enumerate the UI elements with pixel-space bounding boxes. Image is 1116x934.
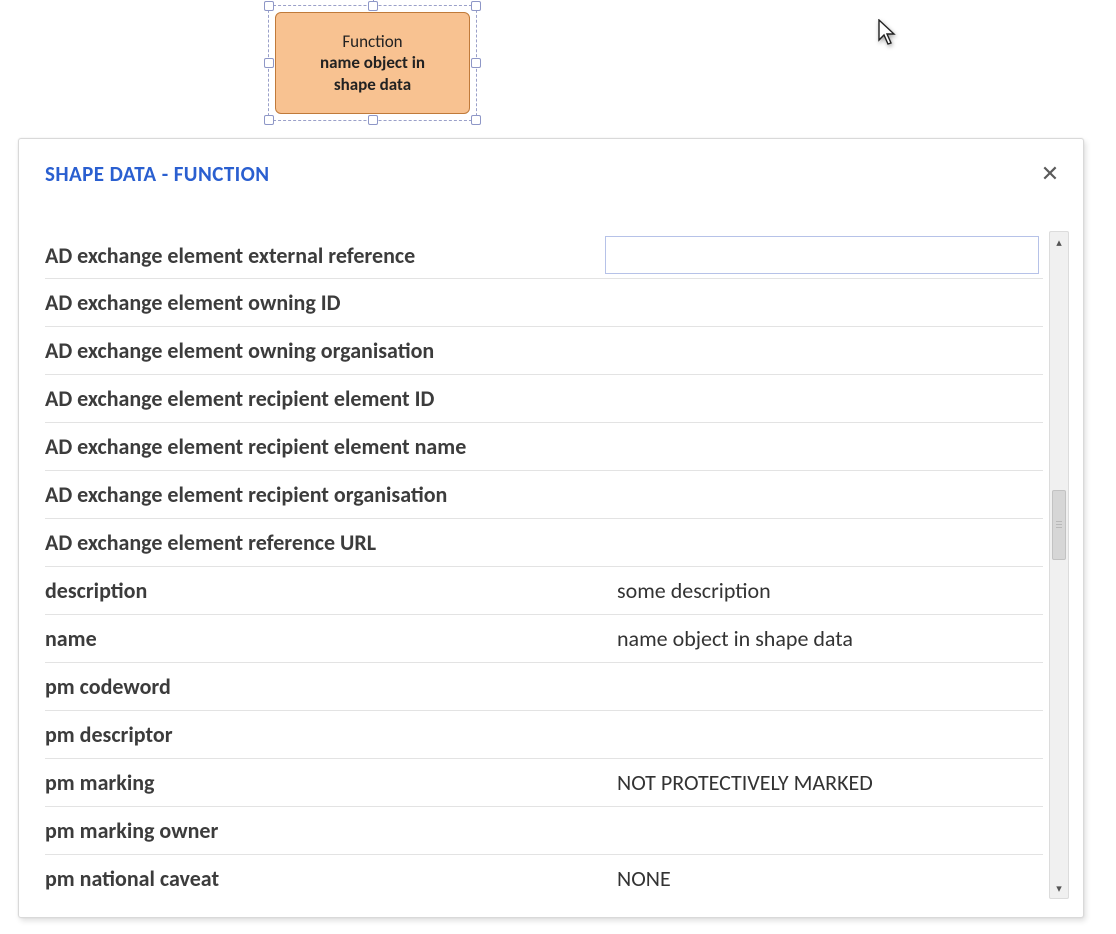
property-label: description xyxy=(45,567,605,614)
property-value[interactable]: NOT PROTECTIVELY MARKED xyxy=(605,759,1043,806)
property-row[interactable]: pm marking owner xyxy=(45,807,1043,855)
scroll-thumb[interactable] xyxy=(1052,490,1066,560)
resize-handle-bc[interactable] xyxy=(368,115,378,125)
property-row[interactable]: pm national caveatNONE xyxy=(45,855,1043,899)
property-label: name xyxy=(45,615,605,662)
property-row[interactable]: descriptionsome description xyxy=(45,567,1043,615)
resize-handle-tl[interactable] xyxy=(264,1,274,11)
property-label: pm codeword xyxy=(45,663,605,710)
scroll-up-button[interactable]: ▴ xyxy=(1050,232,1068,252)
property-row[interactable]: pm markingNOT PROTECTIVELY MARKED xyxy=(45,759,1043,807)
resize-handle-ml[interactable] xyxy=(264,58,274,68)
property-label: pm marking owner xyxy=(45,807,605,854)
property-row[interactable]: pm codeword xyxy=(45,663,1043,711)
property-value[interactable] xyxy=(605,663,1043,710)
property-row[interactable]: pm descriptor xyxy=(45,711,1043,759)
property-label: pm descriptor xyxy=(45,711,605,758)
property-row[interactable]: AD exchange element recipient element ID xyxy=(45,375,1043,423)
shape-type-label: Function xyxy=(342,31,402,52)
property-value[interactable] xyxy=(605,807,1043,854)
resize-handle-br[interactable] xyxy=(471,115,481,125)
vertical-scrollbar[interactable]: ▴ ▾ xyxy=(1049,231,1069,899)
panel-header: SHAPE DATA - FUNCTION ✕ xyxy=(45,161,1069,187)
property-row[interactable]: AD exchange element external reference xyxy=(45,231,1043,279)
property-value[interactable] xyxy=(605,375,1043,422)
property-value[interactable] xyxy=(605,236,1039,274)
property-value[interactable]: NONE xyxy=(605,855,1043,899)
property-value[interactable] xyxy=(605,519,1043,566)
resize-handle-bl[interactable] xyxy=(264,115,274,125)
property-row[interactable]: AD exchange element owning organisation xyxy=(45,327,1043,375)
property-value[interactable] xyxy=(605,471,1043,518)
property-label: AD exchange element recipient element ID xyxy=(45,375,605,422)
shape-name-line2: shape data xyxy=(334,74,411,95)
property-label: AD exchange element owning organisation xyxy=(45,327,605,374)
property-row[interactable]: AD exchange element recipient element na… xyxy=(45,423,1043,471)
property-label: AD exchange element recipient organisati… xyxy=(45,471,605,518)
chevron-down-icon: ▾ xyxy=(1056,882,1062,895)
property-value[interactable] xyxy=(605,279,1043,326)
close-icon: ✕ xyxy=(1041,163,1059,185)
cursor-icon xyxy=(878,19,902,51)
property-value[interactable] xyxy=(605,327,1043,374)
shape-name-line1: name object in xyxy=(320,52,425,73)
property-label: AD exchange element owning ID xyxy=(45,279,605,326)
property-value[interactable]: name object in shape data xyxy=(605,615,1043,662)
property-row[interactable]: AD exchange element recipient organisati… xyxy=(45,471,1043,519)
function-shape[interactable]: Function name object in shape data xyxy=(275,12,470,114)
canvas-selected-shape[interactable]: Function name object in shape data xyxy=(275,12,470,114)
property-label: AD exchange element external reference xyxy=(45,232,605,278)
property-label: pm marking xyxy=(45,759,605,806)
resize-handle-mr[interactable] xyxy=(471,58,481,68)
property-row[interactable]: namename object in shape data xyxy=(45,615,1043,663)
property-label: AD exchange element reference URL xyxy=(45,519,605,566)
property-row[interactable]: AD exchange element owning ID xyxy=(45,279,1043,327)
property-row[interactable]: AD exchange element reference URL xyxy=(45,519,1043,567)
property-label: AD exchange element recipient element na… xyxy=(45,423,605,470)
property-value[interactable] xyxy=(605,423,1043,470)
property-value[interactable] xyxy=(605,711,1043,758)
panel-body: AD exchange element external referenceAD… xyxy=(45,231,1069,899)
close-button[interactable]: ✕ xyxy=(1039,163,1061,185)
resize-handle-tr[interactable] xyxy=(471,1,481,11)
property-label: pm national caveat xyxy=(45,855,605,899)
chevron-up-icon: ▴ xyxy=(1056,236,1062,249)
property-grid: AD exchange element external referenceAD… xyxy=(45,231,1043,899)
property-value[interactable]: some description xyxy=(605,567,1043,614)
resize-handle-tc[interactable] xyxy=(368,1,378,11)
panel-title: SHAPE DATA - FUNCTION xyxy=(45,161,270,187)
scroll-down-button[interactable]: ▾ xyxy=(1050,878,1068,898)
shape-data-panel: SHAPE DATA - FUNCTION ✕ AD exchange elem… xyxy=(18,138,1084,918)
scroll-track[interactable] xyxy=(1050,252,1068,878)
